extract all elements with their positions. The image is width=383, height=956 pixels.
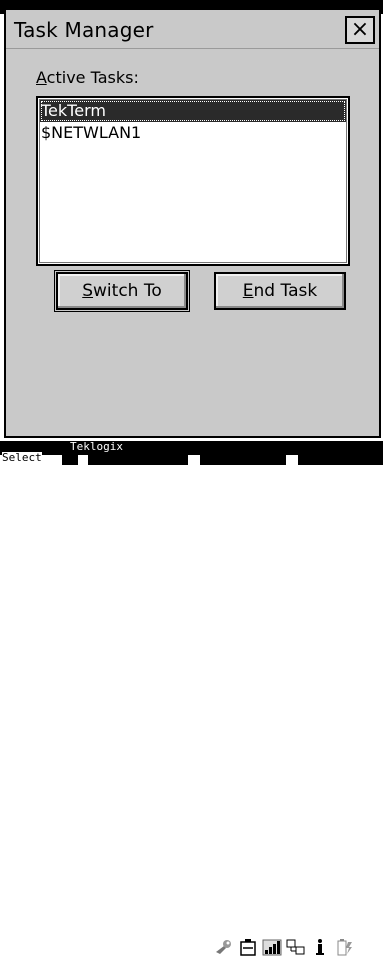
wrench-icon[interactable] [214, 938, 234, 956]
brand-text: Teklogix [70, 440, 123, 453]
dialog-titlebar: Task Manager × [6, 10, 379, 49]
softkey-select-label[interactable]: Select [2, 452, 42, 464]
task-list-item[interactable]: TekTerm [40, 100, 346, 122]
battery-icon[interactable] [238, 938, 258, 956]
end-task-label: nd Task [253, 281, 318, 301]
active-tasks-list-inner: TekTerm $NETWLAN1 [39, 99, 347, 263]
switch-to-button[interactable]: Switch To [54, 270, 190, 312]
task-list-item[interactable]: $NETWLAN1 [40, 122, 346, 144]
task-manager-dialog: Task Manager × Active Tasks: TekTerm $NET… [4, 8, 381, 438]
softkey-bar-2[interactable] [88, 455, 188, 465]
active-tasks-label-accel: A [36, 68, 47, 87]
network-icon[interactable] [286, 938, 306, 956]
switch-to-label: witch To [93, 281, 162, 301]
close-icon: × [350, 17, 370, 42]
brand-strip [0, 441, 383, 455]
softkey-bar-4[interactable] [298, 455, 383, 465]
switch-to-accel: S [82, 281, 94, 301]
signal-icon[interactable] [262, 938, 282, 956]
softkey-bar-1[interactable] [62, 455, 78, 465]
power-icon[interactable] [334, 938, 354, 956]
end-task-button[interactable]: End Task [214, 272, 346, 310]
softkey-bar-3[interactable] [200, 455, 286, 465]
dialog-title: Task Manager [14, 18, 154, 42]
active-tasks-label-text: ctive Tasks: [46, 68, 139, 87]
info-icon[interactable] [310, 938, 330, 956]
active-tasks-list[interactable]: TekTerm $NETWLAN1 [36, 96, 350, 266]
end-task-accel: E [242, 281, 254, 301]
system-tray [0, 466, 383, 956]
close-button[interactable]: × [345, 16, 375, 44]
active-tasks-label: Active Tasks: [36, 68, 139, 87]
